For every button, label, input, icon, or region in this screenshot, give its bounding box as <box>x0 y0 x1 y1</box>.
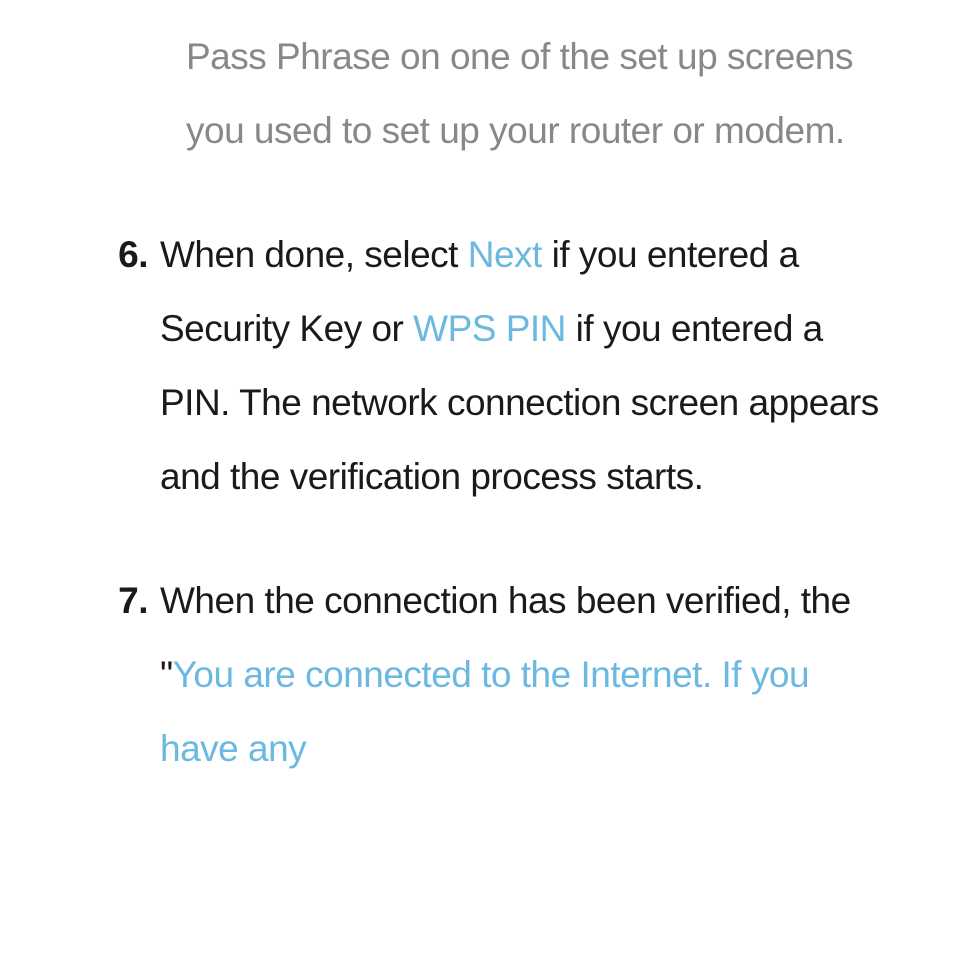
step-6-text-1: When done, select <box>160 234 468 275</box>
step-7: 7. When the connection has been verified… <box>100 564 894 786</box>
note-text: Pass Phrase on one of the set up screens… <box>186 36 853 151</box>
step-6-body: When done, select Next if you entered a … <box>160 218 894 514</box>
step-6-number: 6. <box>100 218 148 514</box>
step-6-highlight-wps-pin: WPS PIN <box>413 308 566 349</box>
step-7-body: When the connection has been verified, t… <box>160 564 894 786</box>
step-6: 6. When done, select Next if you entered… <box>100 218 894 514</box>
step-6-highlight-next: Next <box>468 234 542 275</box>
step-7-number: 7. <box>100 564 148 786</box>
note-paragraph: Pass Phrase on one of the set up screens… <box>186 20 894 168</box>
document-content: Pass Phrase on one of the set up screens… <box>0 0 954 786</box>
step-7-highlight-connected: You are connected to the Internet. If yo… <box>160 654 809 769</box>
